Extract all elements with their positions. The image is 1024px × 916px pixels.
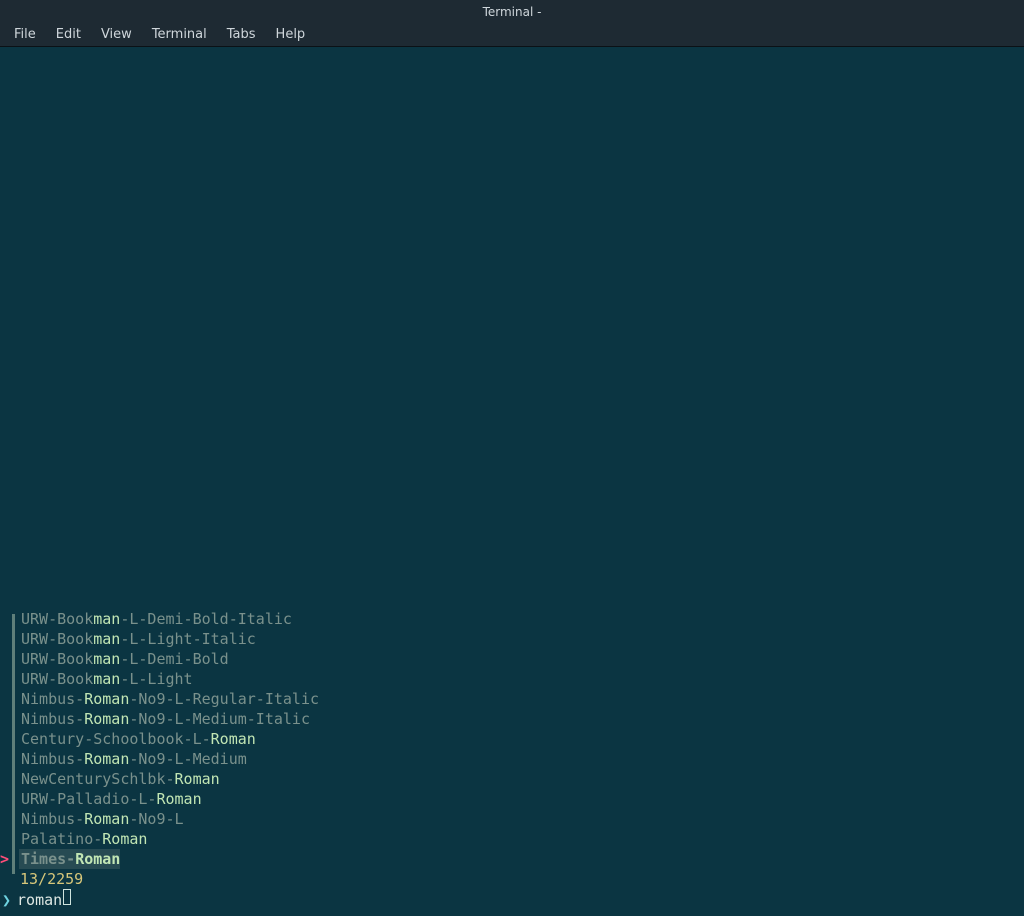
fzf-result-text: Nimbus-Roman-No9-L-Medium bbox=[19, 749, 247, 769]
fzf-result-item[interactable]: Century-Schoolbook-L-Roman bbox=[0, 729, 1024, 749]
fzf-result-text: NewCenturySchlbk-Roman bbox=[19, 769, 220, 789]
fzf-pointer bbox=[0, 809, 9, 829]
fzf-query-text[interactable]: roman bbox=[17, 890, 62, 910]
fzf-prompt-line[interactable]: ❯roman bbox=[0, 889, 1024, 910]
fzf-result-text: Palatino-Roman bbox=[19, 829, 147, 849]
fzf-result-item[interactable]: Nimbus-Roman-No9-L bbox=[0, 809, 1024, 829]
fzf-result-text: URW-Bookman-L-Demi-Bold bbox=[19, 649, 229, 669]
fzf-pointer bbox=[0, 669, 9, 689]
fzf-pointer bbox=[0, 689, 9, 709]
fzf-pointer bbox=[0, 629, 9, 649]
fzf-results-pane: URW-Bookman-L-Demi-Bold-Italic URW-Bookm… bbox=[0, 609, 1024, 916]
fzf-prompt-symbol: ❯ bbox=[0, 890, 17, 910]
fzf-result-text: URW-Bookman-L-Demi-Bold-Italic bbox=[19, 609, 292, 629]
fzf-result-item[interactable]: URW-Bookman-L-Light-Italic bbox=[0, 629, 1024, 649]
window-title: Terminal - bbox=[483, 5, 542, 19]
terminal-output-area[interactable]: URW-Bookman-L-Demi-Bold-Italic URW-Bookm… bbox=[0, 47, 1024, 916]
fzf-pointer bbox=[0, 649, 9, 669]
fzf-pointer bbox=[0, 729, 9, 749]
fzf-result-text: Nimbus-Roman-No9-L bbox=[19, 809, 184, 829]
fzf-count-line: 13/2259 bbox=[0, 869, 1024, 889]
fzf-result-item[interactable]: > Times-Roman bbox=[0, 849, 1024, 869]
fzf-result-text: Times-Roman bbox=[19, 849, 120, 869]
fzf-result-item[interactable]: NewCenturySchlbk-Roman bbox=[0, 769, 1024, 789]
fzf-result-item[interactable]: Nimbus-Roman-No9-L-Medium-Italic bbox=[0, 709, 1024, 729]
menu-edit[interactable]: Edit bbox=[46, 25, 91, 44]
fzf-result-text: Nimbus-Roman-No9-L-Medium-Italic bbox=[19, 709, 310, 729]
menu-tabs[interactable]: Tabs bbox=[217, 25, 266, 44]
text-cursor bbox=[63, 889, 71, 905]
fzf-scroll-indicator bbox=[12, 614, 15, 874]
menubar: File Edit View Terminal Tabs Help bbox=[0, 23, 1024, 47]
menu-file[interactable]: File bbox=[4, 25, 46, 44]
fzf-pointer: > bbox=[0, 849, 9, 869]
fzf-result-item[interactable]: Nimbus-Roman-No9-L-Regular-Italic bbox=[0, 689, 1024, 709]
fzf-result-text: URW-Bookman-L-Light bbox=[19, 669, 193, 689]
fzf-result-text: Century-Schoolbook-L-Roman bbox=[19, 729, 256, 749]
fzf-pointer bbox=[0, 709, 9, 729]
fzf-result-text: URW-Palladio-L-Roman bbox=[19, 789, 202, 809]
fzf-result-text: Nimbus-Roman-No9-L-Regular-Italic bbox=[19, 689, 319, 709]
fzf-result-item[interactable]: Nimbus-Roman-No9-L-Medium bbox=[0, 749, 1024, 769]
menu-view[interactable]: View bbox=[91, 25, 142, 44]
menu-help[interactable]: Help bbox=[266, 25, 316, 44]
fzf-pointer bbox=[0, 769, 9, 789]
fzf-pointer bbox=[0, 609, 9, 629]
fzf-pointer bbox=[0, 829, 9, 849]
fzf-result-item[interactable]: URW-Bookman-L-Light bbox=[0, 669, 1024, 689]
fzf-pointer bbox=[0, 749, 9, 769]
fzf-result-item[interactable]: URW-Palladio-L-Roman bbox=[0, 789, 1024, 809]
fzf-pointer bbox=[0, 789, 9, 809]
menu-terminal[interactable]: Terminal bbox=[142, 25, 217, 44]
fzf-result-item[interactable]: URW-Bookman-L-Demi-Bold-Italic bbox=[0, 609, 1024, 629]
fzf-result-item[interactable]: Palatino-Roman bbox=[0, 829, 1024, 849]
fzf-result-text: URW-Bookman-L-Light-Italic bbox=[19, 629, 256, 649]
fzf-result-item[interactable]: URW-Bookman-L-Demi-Bold bbox=[0, 649, 1024, 669]
window-titlebar: Terminal - bbox=[0, 0, 1024, 23]
